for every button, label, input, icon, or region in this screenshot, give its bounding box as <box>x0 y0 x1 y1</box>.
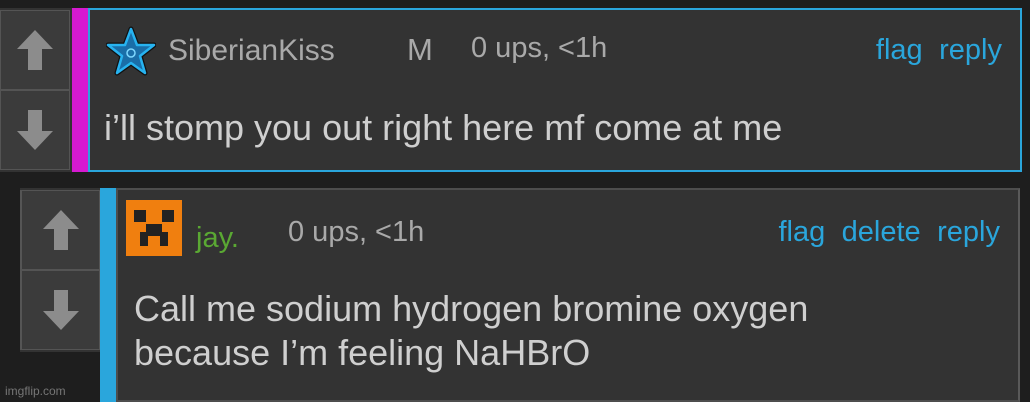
upvote-button[interactable] <box>0 10 70 90</box>
upvote-button[interactable] <box>20 190 100 270</box>
user-badge: M <box>407 32 433 67</box>
star-icon <box>105 26 157 76</box>
username[interactable]: SiberianKiss <box>168 34 335 68</box>
arrow-down-icon <box>42 290 79 330</box>
arrow-down-icon <box>17 110 53 150</box>
arrow-up-icon <box>42 210 79 250</box>
comment-text: i’ll stomp you out right here mf come at… <box>104 107 783 148</box>
thread-stripe <box>72 8 88 172</box>
reply-link[interactable]: reply <box>937 216 1000 248</box>
avatar <box>105 26 157 81</box>
downvote-button[interactable] <box>20 270 100 350</box>
downvote-button[interactable] <box>0 90 70 170</box>
comment: SiberianKiss M 0 ups, <1h flag reply i’l… <box>0 8 1022 172</box>
flag-link[interactable]: flag <box>876 34 923 66</box>
comment-panel: jay. 0 ups, <1h flag delete reply Call m… <box>116 188 1020 402</box>
reply-link[interactable]: reply <box>939 34 1002 66</box>
comment-stats: 0 ups, <1h <box>471 32 608 64</box>
comment-actions: flag reply <box>864 34 1002 67</box>
username[interactable]: jay. <box>196 222 239 255</box>
creeper-face-icon <box>126 200 182 256</box>
watermark: imgflip.com <box>5 384 66 398</box>
comment-text: Call me sodium hydrogen bromine oxygen b… <box>134 288 809 373</box>
comment-actions: flag delete reply <box>766 216 1000 249</box>
comment-panel: SiberianKiss M 0 ups, <1h flag reply i’l… <box>88 8 1022 172</box>
delete-link[interactable]: delete <box>842 216 921 248</box>
arrow-up-icon <box>17 30 53 70</box>
comment: jay. 0 ups, <1h flag delete reply Call m… <box>20 188 1020 402</box>
thread-stripe <box>100 188 116 402</box>
flag-link[interactable]: flag <box>778 216 825 248</box>
avatar <box>126 200 182 261</box>
comment-stats: 0 ups, <1h <box>288 216 425 248</box>
